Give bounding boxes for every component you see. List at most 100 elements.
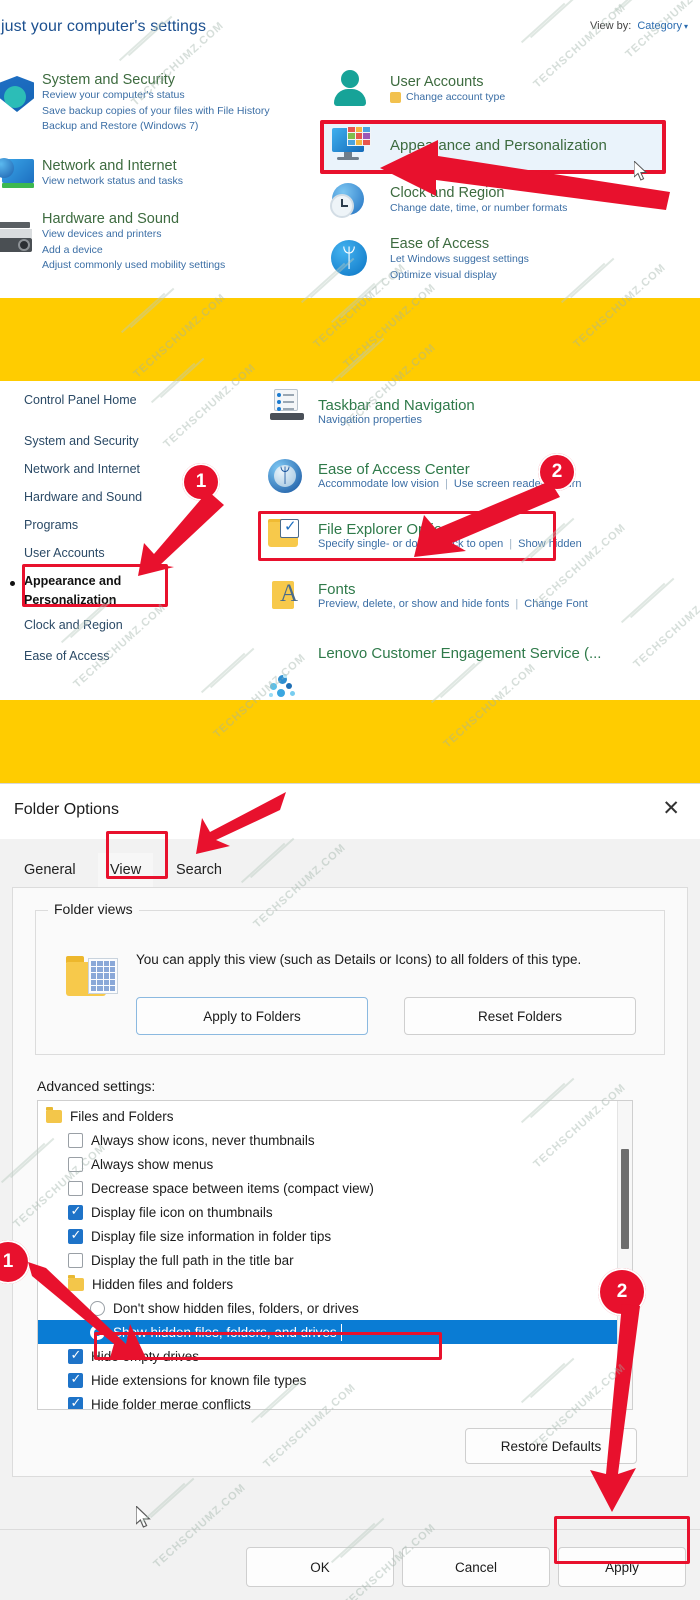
- category-network-and-internet[interactable]: Network and Internet View network status…: [42, 158, 183, 190]
- category-link[interactable]: View network status and tasks: [42, 174, 183, 190]
- sidebar-item-hardware-and-sound[interactable]: Hardware and Sound: [24, 490, 142, 504]
- row-link[interactable]: Change Font: [524, 598, 588, 610]
- settings-option-row[interactable]: Decrease space between items (compact vi…: [38, 1176, 632, 1200]
- sidebar-item-programs[interactable]: Programs: [24, 518, 78, 532]
- tab-view[interactable]: View: [98, 853, 154, 887]
- category-link-wrap[interactable]: Change account type: [390, 90, 505, 106]
- category-link[interactable]: Review your computer's status: [42, 88, 270, 104]
- cancel-button[interactable]: Cancel: [402, 1547, 550, 1587]
- category-link[interactable]: Adjust commonly used mobility settings: [42, 258, 225, 274]
- category-link[interactable]: Optimize visual display: [390, 268, 529, 284]
- current-item-bullet: [10, 581, 15, 586]
- sidebar-item-appearance-and-personalization[interactable]: Appearance and Personalization: [24, 572, 121, 610]
- tab-general[interactable]: General: [12, 853, 88, 887]
- scrollbar-thumb[interactable]: [621, 1149, 629, 1249]
- radio-icon[interactable]: [90, 1300, 105, 1316]
- settings-option-row[interactable]: Hide empty drives: [38, 1344, 632, 1368]
- sidebar-item-ease-of-access[interactable]: Ease of Access: [24, 649, 109, 663]
- row-link[interactable]: Accommodate low vision: [318, 478, 439, 490]
- separator-band-1: [0, 298, 700, 381]
- advanced-settings-list[interactable]: Files and Folders Always show icons, neve…: [37, 1100, 633, 1410]
- settings-option-label: Hidden files and folders: [92, 1276, 234, 1292]
- view-by-control[interactable]: View by: Category ▾: [590, 20, 688, 32]
- checkbox-icon[interactable]: [68, 1203, 83, 1220]
- category-title[interactable]: Clock and Region: [390, 185, 567, 201]
- settings-option-row[interactable]: Display the full path in the title bar: [38, 1248, 632, 1272]
- radio-icon[interactable]: [90, 1324, 105, 1340]
- row-link[interactable]: Show hidden: [518, 538, 582, 550]
- row-link[interactable]: Navigation properties: [318, 414, 475, 426]
- sidebar-item-clock-and-region[interactable]: Clock and Region: [24, 618, 123, 632]
- settings-option-row[interactable]: Don't show hidden files, folders, or dri…: [38, 1296, 632, 1320]
- row-link[interactable]: Use screen reader: [454, 478, 545, 490]
- checkbox-icon[interactable]: [68, 1227, 83, 1244]
- sidebar-item-user-accounts[interactable]: User Accounts: [24, 546, 105, 560]
- row-file-explorer-options[interactable]: File Explorer Options Specify single- or…: [318, 521, 582, 550]
- category-appearance-and-personalization[interactable]: Appearance and Personalization: [390, 137, 607, 154]
- checkbox-icon[interactable]: [68, 1180, 83, 1196]
- control-panel-home-panel: djust your computer's settings View by: C…: [0, 0, 700, 298]
- settings-option-row[interactable]: Display file size information in folder …: [38, 1224, 632, 1248]
- checkbox-icon[interactable]: [68, 1347, 83, 1364]
- category-link[interactable]: Let Windows suggest settings: [390, 252, 529, 268]
- category-link[interactable]: Change account type: [406, 91, 505, 103]
- settings-option-label: Hide folder merge conflicts: [91, 1396, 251, 1410]
- row-title[interactable]: Taskbar and Navigation: [318, 397, 475, 414]
- category-title[interactable]: System and Security: [42, 72, 270, 88]
- settings-option-row[interactable]: Hide folder merge conflicts: [38, 1392, 632, 1410]
- category-ease-of-access[interactable]: Ease of Access Let Windows suggest setti…: [390, 236, 529, 283]
- view-by-value[interactable]: Category: [637, 20, 682, 32]
- row-link[interactable]: Specify single- or double-click to open: [318, 538, 503, 550]
- settings-option-row[interactable]: Show hidden files, folders, and drives: [38, 1320, 632, 1344]
- row-title[interactable]: Fonts: [318, 581, 588, 598]
- category-clock-and-region[interactable]: Clock and Region Change date, time, or n…: [390, 185, 567, 217]
- checkbox-icon[interactable]: [68, 1395, 83, 1409]
- shield-badge-icon: [390, 92, 401, 103]
- category-link[interactable]: Add a device: [42, 243, 225, 259]
- ok-button[interactable]: OK: [246, 1547, 394, 1587]
- sidebar-item-network-and-internet[interactable]: Network and Internet: [24, 462, 140, 476]
- settings-option-row[interactable]: Always show icons, never thumbnails: [38, 1128, 632, 1152]
- settings-option-label: Show hidden files, folders, and drives: [113, 1324, 337, 1340]
- category-title[interactable]: Appearance and Personalization: [390, 137, 607, 154]
- row-fonts[interactable]: Fonts Preview, delete, or show and hide …: [318, 581, 588, 610]
- restore-defaults-button[interactable]: Restore Defaults: [465, 1428, 637, 1464]
- settings-group-row[interactable]: Files and Folders: [38, 1104, 632, 1128]
- checkbox-icon[interactable]: [68, 1132, 83, 1148]
- category-title[interactable]: Ease of Access: [390, 236, 529, 252]
- network-icon: [0, 157, 34, 189]
- apply-button[interactable]: Apply: [558, 1547, 686, 1587]
- sidebar-item-system-and-security[interactable]: System and Security: [24, 434, 139, 448]
- category-title[interactable]: Network and Internet: [42, 158, 183, 174]
- row-taskbar-and-navigation[interactable]: Taskbar and Navigation Navigation proper…: [318, 397, 475, 426]
- category-link[interactable]: Change date, time, or number formats: [390, 201, 567, 217]
- row-link[interactable]: Preview, delete, or show and hide fonts: [318, 598, 509, 610]
- row-title[interactable]: File Explorer Options: [318, 521, 582, 538]
- settings-option-row[interactable]: Hide extensions for known file types: [38, 1368, 632, 1392]
- checkbox-icon[interactable]: [68, 1371, 83, 1388]
- category-link[interactable]: Save backup copies of your files with Fi…: [42, 104, 270, 120]
- close-icon[interactable]: ✕: [662, 798, 680, 819]
- category-link[interactable]: Backup and Restore (Windows 7): [42, 119, 270, 135]
- sidebar-item-control-panel-home[interactable]: Control Panel Home: [24, 393, 137, 407]
- scrollbar-track[interactable]: [617, 1101, 632, 1409]
- settings-option-row[interactable]: Display file icon on thumbnails: [38, 1200, 632, 1224]
- checkbox-icon[interactable]: [68, 1156, 83, 1172]
- category-system-and-security[interactable]: System and Security Review your computer…: [42, 72, 270, 135]
- tab-search[interactable]: Search: [164, 853, 234, 887]
- view-by-label: View by:: [589, 20, 632, 32]
- category-title[interactable]: Hardware and Sound: [42, 211, 225, 227]
- ease-of-access-center-icon: ᛘ: [268, 459, 302, 493]
- settings-group-row[interactable]: Hidden files and folders: [38, 1272, 632, 1296]
- row-lenovo-customer-engagement-service[interactable]: Lenovo Customer Engagement Service (...: [318, 645, 601, 662]
- row-title[interactable]: Lenovo Customer Engagement Service (...: [318, 645, 601, 662]
- checkbox-icon[interactable]: [68, 1252, 83, 1268]
- category-hardware-and-sound[interactable]: Hardware and Sound View devices and prin…: [42, 211, 225, 274]
- category-user-accounts[interactable]: User Accounts Change account type: [390, 74, 505, 106]
- settings-option-row[interactable]: Always show menus: [38, 1152, 632, 1176]
- apply-to-folders-button[interactable]: Apply to Folders: [136, 997, 368, 1035]
- category-title[interactable]: User Accounts: [390, 74, 505, 90]
- category-link[interactable]: View devices and printers: [42, 227, 225, 243]
- reset-folders-button[interactable]: Reset Folders: [404, 997, 636, 1035]
- chevron-down-icon[interactable]: ▾: [684, 22, 688, 31]
